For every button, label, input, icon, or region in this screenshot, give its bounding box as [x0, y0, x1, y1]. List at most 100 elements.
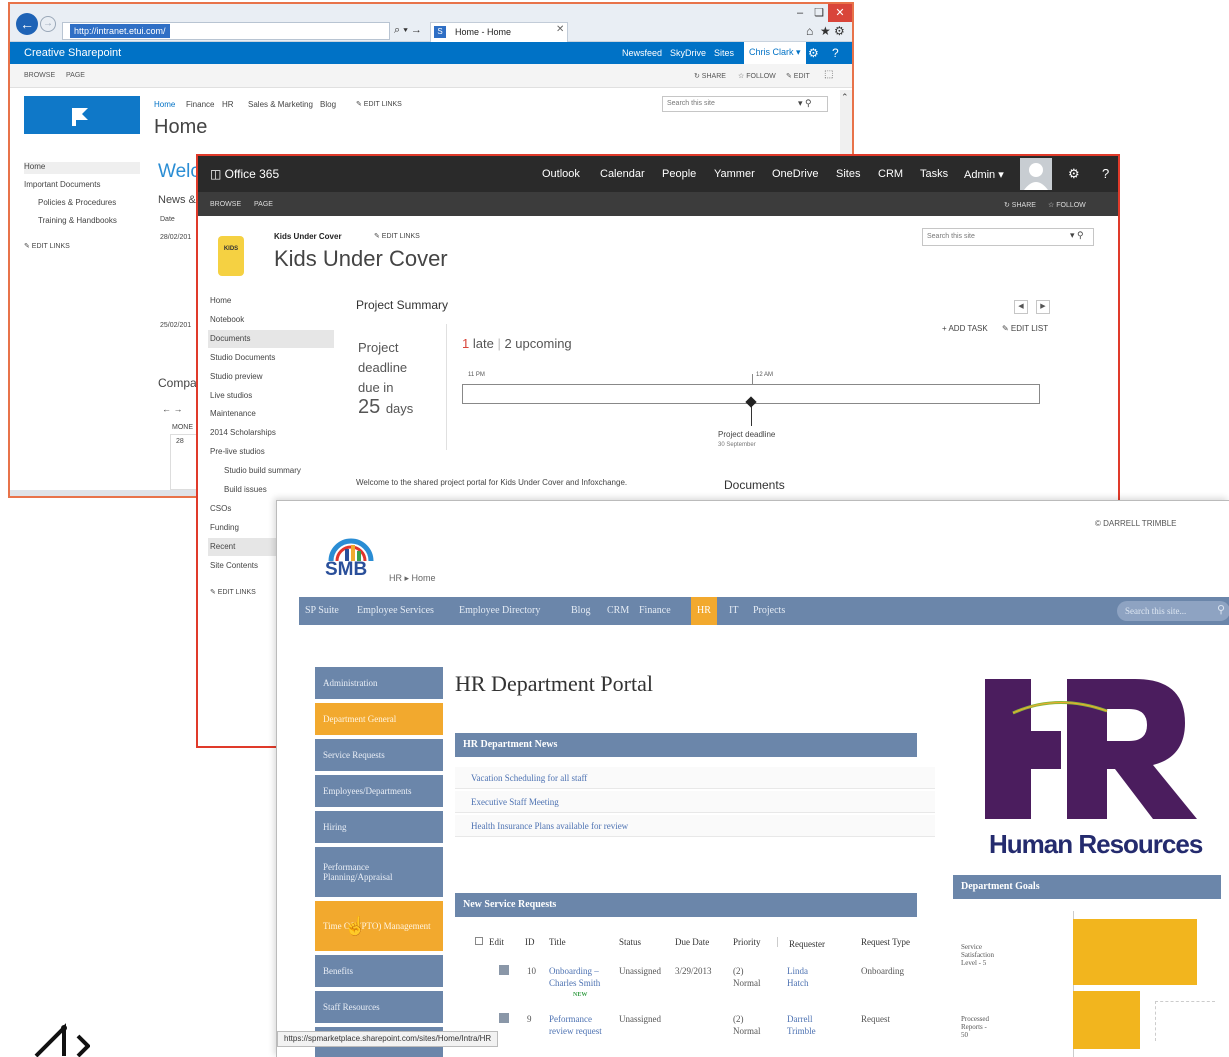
office365-brand[interactable]: ◫ Office 365 [210, 167, 279, 181]
column-header-priority[interactable]: Priority [733, 937, 761, 947]
avatar[interactable] [1020, 158, 1052, 190]
topnav-sp-suite[interactable]: SP Suite [305, 605, 339, 616]
quicklaunch-important-documents[interactable]: Important Documents [24, 180, 140, 189]
goal-bar[interactable] [1073, 991, 1140, 1049]
edit-button[interactable]: ✎ EDIT [786, 72, 810, 80]
quicklaunch-item[interactable]: Notebook [208, 311, 334, 329]
add-task-button[interactable]: + ADD TASK [942, 324, 988, 333]
smb-logo[interactable]: SMB [325, 559, 367, 581]
topnav-finance[interactable]: Finance [639, 605, 671, 616]
quicklaunch-item[interactable]: Home [208, 292, 334, 310]
news-item[interactable]: Executive Staff Meeting [455, 791, 935, 813]
upcoming-label[interactable]: 2 upcoming [504, 336, 571, 351]
search-icon[interactable]: ▾ ⚲ [1070, 230, 1084, 241]
previous-button[interactable]: ◀ [1014, 300, 1028, 314]
left-nav-item[interactable]: Employees/Departments [315, 775, 443, 809]
nav-home[interactable]: Home [154, 100, 175, 109]
site-logo[interactable] [24, 96, 140, 134]
late-count[interactable]: 1 [462, 336, 469, 351]
tab-page[interactable]: PAGE [66, 72, 85, 79]
edit-links-button[interactable]: ✎ EDIT LINKS [374, 232, 420, 240]
left-nav-item[interactable]: Time Off (PTO) Management [315, 901, 443, 953]
left-nav-item[interactable]: Benefits [315, 955, 443, 989]
edit-item-icon[interactable] [499, 1013, 509, 1023]
address-tools[interactable]: ⌕ ▾ → [394, 24, 422, 37]
column-header-requester[interactable]: Requester [777, 937, 825, 949]
follow-button[interactable]: ☆ FOLLOW [738, 72, 776, 80]
topnav-crm[interactable]: CRM [607, 605, 629, 616]
follow-button[interactable]: ☆ FOLLOW [1048, 201, 1086, 209]
minimize-icon[interactable]: – [790, 4, 810, 22]
close-window-icon[interactable]: ✕ [828, 4, 852, 22]
table-cell-requester[interactable]: Darrell Trimble [787, 1013, 816, 1037]
quicklaunch-item[interactable]: Studio preview [208, 368, 334, 386]
address-url[interactable]: http://intranet.etui.com/ [70, 24, 170, 38]
quicklaunch-item[interactable]: Maintenance [208, 405, 334, 423]
left-nav-item[interactable]: Administration [315, 667, 443, 701]
left-nav-item[interactable]: Hiring [315, 811, 443, 845]
close-tab-icon[interactable]: ✕ [556, 24, 564, 35]
settings-gear-icon[interactable]: ⚙ [1068, 166, 1080, 182]
calendar-nav-arrows[interactable]: ← → [162, 404, 183, 414]
quicklaunch-item[interactable]: Pre-live studios [208, 443, 334, 461]
suite-user-menu[interactable]: Chris Clark ▾ [744, 42, 806, 64]
topnav-blog[interactable]: Blog [571, 605, 590, 616]
nav-sales-marketing[interactable]: Sales & Marketing [248, 100, 313, 109]
suite-link-newsfeed[interactable]: Newsfeed [622, 48, 662, 58]
edit-list-button[interactable]: ✎ EDIT LIST [1002, 324, 1048, 333]
browser-tab[interactable]: Home - Home [430, 22, 568, 42]
news-item[interactable]: Vacation Scheduling for all staff [455, 767, 935, 789]
help-icon[interactable]: ? [1102, 166, 1109, 181]
home-icon[interactable]: ⌂ [806, 24, 813, 38]
topnav-hr[interactable]: HR [691, 597, 717, 625]
left-nav-item[interactable]: Service Requests [315, 739, 443, 773]
nav-outlook[interactable]: Outlook [542, 168, 580, 180]
quicklaunch-policies[interactable]: Policies & Procedures [38, 198, 154, 207]
table-cell-title[interactable]: Onboarding – Charles Smith [549, 965, 605, 989]
search-icon[interactable]: ⚲ [1217, 603, 1225, 616]
table-cell-title[interactable]: Peformance review request [549, 1013, 605, 1037]
quicklaunch-item[interactable]: 2014 Scholarships [208, 424, 334, 442]
help-icon[interactable]: ? [832, 46, 839, 60]
left-nav-item[interactable]: Staff Resources [315, 991, 443, 1025]
quicklaunch-item[interactable]: Build issues [208, 481, 334, 499]
scroll-up-icon[interactable]: ⌃ [841, 92, 849, 103]
topnav-employee-directory[interactable]: Employee Directory [459, 605, 540, 616]
suite-title[interactable]: Creative Sharepoint [24, 47, 121, 59]
topnav-it[interactable]: IT [729, 605, 738, 616]
share-button[interactable]: ↻ SHARE [694, 72, 726, 80]
suite-link-sites[interactable]: Sites [714, 48, 734, 58]
focus-icon[interactable]: ⬚ [824, 69, 833, 80]
nav-crm[interactable]: CRM [878, 168, 903, 180]
back-button[interactable]: ← [16, 13, 38, 35]
nav-tasks[interactable]: Tasks [920, 168, 948, 180]
nav-admin[interactable]: Admin ▾ [964, 168, 1004, 181]
nav-yammer[interactable]: Yammer [714, 168, 755, 180]
nav-onedrive[interactable]: OneDrive [772, 168, 818, 180]
settings-gear-icon[interactable]: ⚙ [808, 46, 819, 60]
left-nav-item[interactable]: Department General [315, 703, 443, 737]
suite-link-skydrive[interactable]: SkyDrive [670, 48, 706, 58]
late-label[interactable]: late [473, 336, 494, 351]
breadcrumb[interactable]: HR ▸ Home [389, 573, 436, 584]
kids-under-cover-logo[interactable]: KIDS [218, 236, 244, 276]
topnav-employee-services[interactable]: Employee Services [357, 605, 434, 616]
nav-people[interactable]: People [662, 168, 696, 180]
tab-browse[interactable]: BROWSE [210, 201, 241, 208]
tab-page[interactable]: PAGE [254, 201, 273, 208]
maximize-icon[interactable]: ❏ [810, 4, 828, 22]
quicklaunch-item[interactable]: Live studios [208, 387, 334, 405]
nav-finance[interactable]: Finance [186, 100, 214, 109]
goal-bar[interactable] [1073, 919, 1197, 985]
quicklaunch-item[interactable]: Documents [208, 329, 334, 348]
tab-browse[interactable]: BROWSE [24, 72, 55, 79]
quicklaunch-item[interactable]: Studio build summary [208, 462, 334, 480]
column-header-status[interactable]: Status [619, 937, 641, 947]
site-nav-home[interactable]: Kids Under Cover [274, 232, 342, 241]
search-input[interactable]: Search this site [922, 228, 1094, 246]
nav-sites[interactable]: Sites [836, 168, 860, 180]
forward-button[interactable]: → [40, 16, 56, 32]
column-header-request-type[interactable]: Request Type [861, 937, 910, 947]
nav-calendar[interactable]: Calendar [600, 168, 645, 180]
edit-item-icon[interactable] [499, 965, 509, 975]
